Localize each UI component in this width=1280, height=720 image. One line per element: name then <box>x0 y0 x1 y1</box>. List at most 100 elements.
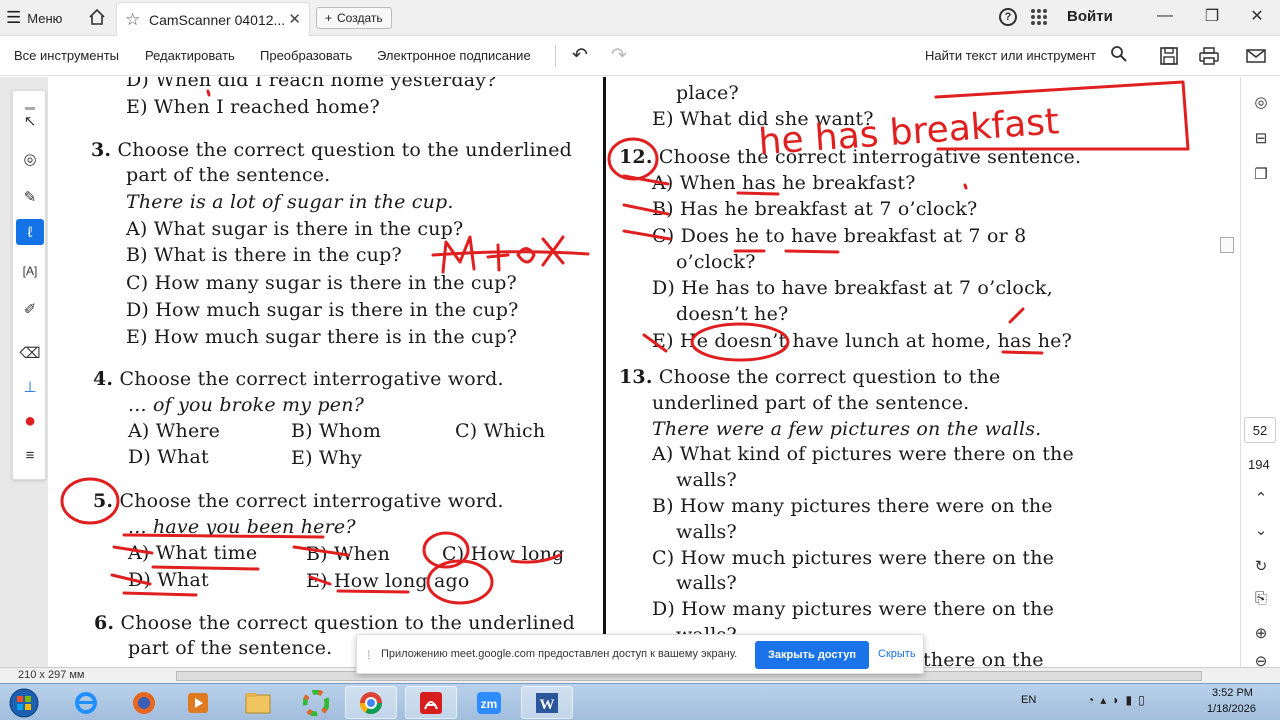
q3-option-d: D) How much sugar is there in the cup? <box>126 299 519 321</box>
maximize-icon[interactable]: ❐ <box>1199 5 1225 27</box>
q12-number: 12. <box>619 146 653 168</box>
menu-button[interactable]: ☰ Меню <box>6 6 62 30</box>
q12-option-b: B) Has he breakfast at 7 o’clock? <box>652 198 978 220</box>
help-icon[interactable]: ? <box>999 8 1017 26</box>
q4-line: 4. Choose the correct interrogative word… <box>93 368 504 390</box>
q13-text-cont: underlined part of the sentence. <box>652 392 970 414</box>
comment-panel-icon[interactable]: ◎ <box>1250 91 1272 113</box>
hamburger-icon: ☰ <box>6 8 22 27</box>
q5-line: 5. Choose the correct interrogative word… <box>93 490 504 512</box>
extract-page-icon[interactable]: ⎘ <box>1250 587 1272 609</box>
find-tool-input[interactable]: Найти текст или инструмент <box>925 48 1096 63</box>
q4-option-c: C) Which <box>455 420 546 442</box>
convert-button[interactable]: Преобразовать <box>260 48 352 63</box>
taskbar-firefox[interactable] <box>118 686 170 719</box>
windows-logo-icon <box>9 688 39 717</box>
q4-text: Choose the correct interrogative word. <box>119 368 504 390</box>
tab-bar: ☰ Меню ☆ CamScanner 04012... ✕ + Создать… <box>0 0 1280 36</box>
share-message: Приложению meet.google.com предоставлен … <box>381 648 738 660</box>
q2-option-d: D) When did I reach home yesterday? <box>126 77 497 91</box>
page-down-icon[interactable]: ⌄ <box>1250 519 1272 541</box>
new-tab-label: Создать <box>337 11 383 25</box>
select-cursor-icon[interactable]: ↖ <box>20 111 40 131</box>
taskbar-app[interactable] <box>290 686 342 719</box>
copy-pages-icon[interactable]: ❐ <box>1250 163 1272 185</box>
q6-text-cont: part of the sentence. <box>128 637 333 659</box>
internet-explorer-icon <box>75 691 97 714</box>
rotate-icon[interactable]: ↻ <box>1250 555 1272 577</box>
q3-option-a: A) What sugar is there in the cup? <box>126 218 464 240</box>
taskbar-zoom[interactable]: zm <box>463 686 515 719</box>
q3-sentence: There is a lot of sugar in the cup. <box>126 191 454 213</box>
hide-share-bar-button[interactable]: Скрыть <box>878 648 916 660</box>
drag-handle-icon[interactable]: ⁞ <box>367 648 370 662</box>
zoom-out-icon[interactable]: ⊖ <box>1250 655 1272 667</box>
screen-share-bar: ⁞ Приложению meet.google.com предоставле… <box>356 634 924 674</box>
q12-option-d-cont: doesn’t he? <box>676 303 789 325</box>
redo-icon[interactable]: ↷ <box>611 44 627 67</box>
home-button[interactable] <box>84 4 110 30</box>
q12-text: Choose the correct interrogative sentenc… <box>658 146 1082 168</box>
taskbar-explorer[interactable] <box>232 686 284 719</box>
all-tools-button[interactable]: Все инструменты <box>14 48 119 63</box>
toolbar-divider <box>555 45 556 67</box>
more-tools-icon[interactable]: ≡ <box>20 445 40 465</box>
q13-option-b-cont: walls? <box>676 521 737 543</box>
save-icon[interactable] <box>1158 45 1180 67</box>
close-window-icon[interactable]: ✕ <box>1244 5 1270 27</box>
q3-option-c: C) How many sugar is there in the cup? <box>126 272 517 294</box>
q4-number: 4. <box>93 368 114 390</box>
new-tab-button[interactable]: + Создать <box>316 7 392 29</box>
q13-text: Choose the correct question to the <box>658 366 1001 388</box>
acrobat-icon <box>420 691 442 714</box>
freehand-draw-icon[interactable]: ℓ <box>20 222 40 242</box>
vertical-scroll-thumb[interactable] <box>1220 237 1234 253</box>
zoom-icon: zm <box>477 691 501 714</box>
right-side-panel: ◎ ⊟ ❐ 52 194 ⌃ ⌄ ↻ ⎘ ⊕ ⊖ <box>1240 77 1280 667</box>
highlight-pen-icon[interactable]: ✎ <box>20 187 40 207</box>
taskbar-chrome[interactable] <box>345 686 397 719</box>
start-button[interactable] <box>4 686 44 719</box>
q13-sentence: There were a few pictures on the walls. <box>652 418 1042 440</box>
page-number-input[interactable]: 52 <box>1244 417 1276 443</box>
taskbar-media[interactable] <box>172 686 224 719</box>
mail-icon[interactable] <box>1245 45 1267 67</box>
print-icon[interactable] <box>1198 45 1220 67</box>
pin-icon[interactable]: ⊥ <box>20 377 40 397</box>
q6-number: 6. <box>94 612 115 634</box>
q13-option-d: D) How many pictures were there on the <box>652 598 1055 620</box>
minimize-icon[interactable]: — <box>1152 5 1178 27</box>
q13-line: 13. Choose the correct question to the <box>619 366 1000 388</box>
eraser-icon[interactable]: ⌫ <box>19 343 40 363</box>
sign-in-button[interactable]: Войти <box>1067 8 1113 25</box>
taskbar-acrobat[interactable] <box>405 686 457 719</box>
edit-button[interactable]: Редактировать <box>145 48 235 63</box>
clock-date[interactable]: 1/18/2026 <box>1207 703 1256 715</box>
close-tab-icon[interactable]: ✕ <box>288 10 301 28</box>
language-indicator[interactable]: EN <box>1021 694 1036 706</box>
q5-number: 5. <box>93 490 114 512</box>
star-icon[interactable]: ☆ <box>125 10 140 30</box>
taskbar-ie[interactable] <box>60 686 112 719</box>
fill-sign-icon[interactable]: ✐ <box>20 299 40 319</box>
text-box-icon[interactable]: [A] <box>20 261 40 281</box>
q3-text-cont: part of the sentence. <box>126 164 331 186</box>
apps-grid-icon[interactable] <box>1030 8 1048 26</box>
zoom-in-icon[interactable]: ⊕ <box>1250 622 1272 644</box>
page-up-icon[interactable]: ⌃ <box>1250 487 1272 509</box>
stop-sharing-button[interactable]: Закрыть доступ <box>755 641 869 669</box>
tab-camscanner[interactable]: ☆ CamScanner 04012... ✕ <box>116 2 310 36</box>
bookmarks-icon[interactable]: ⊟ <box>1250 127 1272 149</box>
undo-icon[interactable]: ↶ <box>572 44 588 67</box>
home-icon <box>89 8 105 25</box>
clock-time[interactable]: 3:52 PM <box>1212 687 1253 699</box>
system-tray-icons[interactable]: ◔▴◗▮▯ <box>1087 693 1151 707</box>
esign-button[interactable]: Электронное подписание <box>377 48 531 63</box>
comment-icon[interactable]: ◎ <box>20 149 40 169</box>
search-icon[interactable] <box>1110 45 1128 63</box>
q12-option-e: E) He doesn’t have lunch at home, has he… <box>652 330 1073 352</box>
color-wheel-icon <box>303 689 329 716</box>
color-picker-icon[interactable]: ● <box>20 410 40 432</box>
taskbar-word[interactable]: W <box>521 686 573 719</box>
document-viewport[interactable]: D) When did I reach home yesterday? E) W… <box>0 77 1280 667</box>
